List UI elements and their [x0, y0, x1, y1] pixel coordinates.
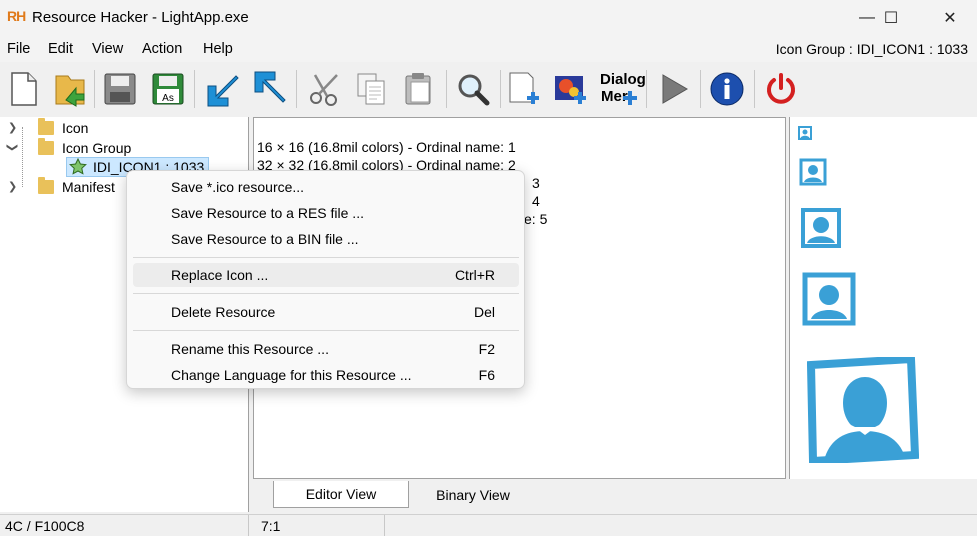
power-icon: [767, 73, 795, 104]
new-button[interactable]: [4, 66, 44, 112]
status-cursor-position: 7:1: [261, 518, 281, 534]
tree-item-label: Manifest: [62, 179, 115, 195]
chevron-right-icon[interactable]: ❯: [8, 180, 17, 193]
chevron-down-icon[interactable]: ❯: [6, 143, 19, 152]
icon-preview-256: [807, 357, 919, 463]
menu-item-label: Save *.ico resource...: [171, 179, 305, 195]
find-button[interactable]: [453, 66, 493, 112]
add-blank-resource-icon: [509, 72, 539, 104]
star-icon: [69, 158, 87, 175]
window-title: Resource Hacker - LightApp.exe: [32, 9, 249, 26]
menu-item-change-language[interactable]: Change Language for this Resource ... F6: [133, 363, 519, 387]
search-icon: [458, 74, 490, 106]
tree-item-manifest[interactable]: ❯ Manifest: [8, 177, 115, 197]
add-resource-button[interactable]: [504, 66, 544, 112]
menu-item-shortcut: Ctrl+R: [454, 267, 495, 283]
save-as-icon: As: [152, 73, 184, 105]
save-icon: [104, 73, 136, 105]
save-button[interactable]: [100, 66, 140, 112]
editor-line: 16 × 16 (16.8mil colors) - Ordinal name:…: [257, 139, 516, 155]
exit-button[interactable]: [761, 66, 801, 112]
menu-item-shortcut: F2: [478, 341, 495, 357]
app-logo: RH: [7, 8, 26, 24]
scissors-icon: [310, 74, 338, 106]
play-icon: [662, 74, 688, 104]
open-folder-icon: [55, 75, 85, 107]
open-folder-icon: [38, 138, 54, 155]
import-button[interactable]: [201, 66, 241, 112]
save-as-button[interactable]: As: [148, 66, 188, 112]
menu-item-label: Replace Icon ...: [171, 267, 269, 283]
copy-icon: [357, 73, 385, 105]
menu-file[interactable]: File: [7, 41, 30, 57]
cut-button[interactable]: [305, 66, 345, 112]
menu-item-replace-icon[interactable]: Replace Icon ... Ctrl+R: [133, 263, 519, 287]
icon-preview-64: [802, 272, 856, 326]
menu-item-label: Delete Resource: [171, 304, 276, 320]
tab-binary-view[interactable]: Binary View: [411, 481, 535, 508]
status-offset: 4C / F100C8: [5, 518, 85, 534]
close-button[interactable]: ✕: [927, 0, 973, 36]
tree-item-icon-group[interactable]: ❯ Icon Group: [6, 138, 132, 158]
add-image-icon: [555, 76, 586, 104]
tree-item-label: Icon Group: [62, 140, 132, 156]
folder-icon: [38, 177, 54, 194]
close-icon: ✕: [943, 10, 957, 27]
arrow-up-left-icon: [254, 71, 286, 103]
maximize-button[interactable]: ☐: [868, 0, 914, 36]
toolbar: As Dialog Mer: [0, 62, 977, 116]
paste-icon: [405, 73, 431, 105]
current-resource-label: Icon Group : IDI_ICON1 : 1033: [775, 41, 968, 57]
svg-text:As: As: [162, 93, 174, 104]
editor-line: 3: [532, 175, 540, 191]
menu-item-label: Save Resource to a RES file ...: [171, 205, 364, 221]
folder-icon: [38, 118, 54, 135]
tree-item-icon[interactable]: ❯ Icon: [8, 118, 88, 138]
dialog-merger-button[interactable]: Dialog Mer: [597, 66, 646, 112]
dialog-merger-icon: Dialog Mer: [597, 69, 646, 109]
icon-preview-pane: [789, 117, 977, 479]
tab-editor-view[interactable]: Editor View: [273, 481, 409, 508]
menu-item-rename-resource[interactable]: Rename this Resource ... F2: [133, 337, 519, 361]
menu-edit[interactable]: Edit: [48, 41, 73, 57]
dialog-label-top: Dialog: [600, 71, 646, 88]
new-file-icon: [11, 72, 37, 106]
copy-button[interactable]: [351, 66, 391, 112]
icon-preview-16: [798, 126, 812, 140]
menu-view[interactable]: View: [92, 41, 123, 57]
menu-item-label: Rename this Resource ...: [171, 341, 329, 357]
chevron-right-icon[interactable]: ❯: [8, 121, 17, 134]
context-menu: Save *.ico resource... Save Resource to …: [126, 170, 525, 389]
tab-label: Binary View: [436, 486, 510, 503]
arrow-down-left-icon: [207, 75, 239, 107]
icon-preview-32: [799, 158, 827, 186]
menu-action[interactable]: Action: [142, 41, 182, 57]
tree-item-label: Icon: [62, 120, 89, 136]
maximize-icon: ☐: [883, 10, 899, 27]
about-button[interactable]: [707, 66, 747, 112]
paste-button[interactable]: [398, 66, 438, 112]
menu-item-save-ico[interactable]: Save *.ico resource...: [133, 175, 519, 199]
tab-label: Editor View: [305, 486, 377, 502]
view-tabs: Editor View Binary View: [253, 481, 786, 511]
menu-item-delete-resource[interactable]: Delete Resource Del: [133, 300, 519, 324]
run-script-button[interactable]: [654, 66, 694, 112]
info-icon: [710, 72, 744, 106]
menu-item-label: Save Resource to a BIN file ...: [171, 231, 359, 247]
menu-help[interactable]: Help: [203, 41, 233, 57]
open-button[interactable]: [50, 66, 90, 112]
icon-preview-48: [801, 208, 841, 248]
add-image-resource-button[interactable]: [551, 66, 591, 112]
title-bar: RH Resource Hacker - LightApp.exe — ☐ ✕: [0, 0, 977, 36]
menu-item-save-res[interactable]: Save Resource to a RES file ...: [133, 201, 519, 225]
status-bar: 4C / F100C8 7:1: [0, 514, 977, 536]
menu-bar: File Edit View Action Help Icon Group : …: [0, 36, 977, 62]
export-button[interactable]: [248, 66, 288, 112]
editor-line: 4: [532, 193, 540, 209]
editor-line: e: 5: [524, 211, 548, 227]
menu-item-shortcut: Del: [473, 304, 495, 320]
menu-item-save-bin[interactable]: Save Resource to a BIN file ...: [133, 227, 519, 251]
menu-item-shortcut: F6: [478, 367, 495, 383]
menu-item-label: Change Language for this Resource ...: [171, 367, 412, 383]
